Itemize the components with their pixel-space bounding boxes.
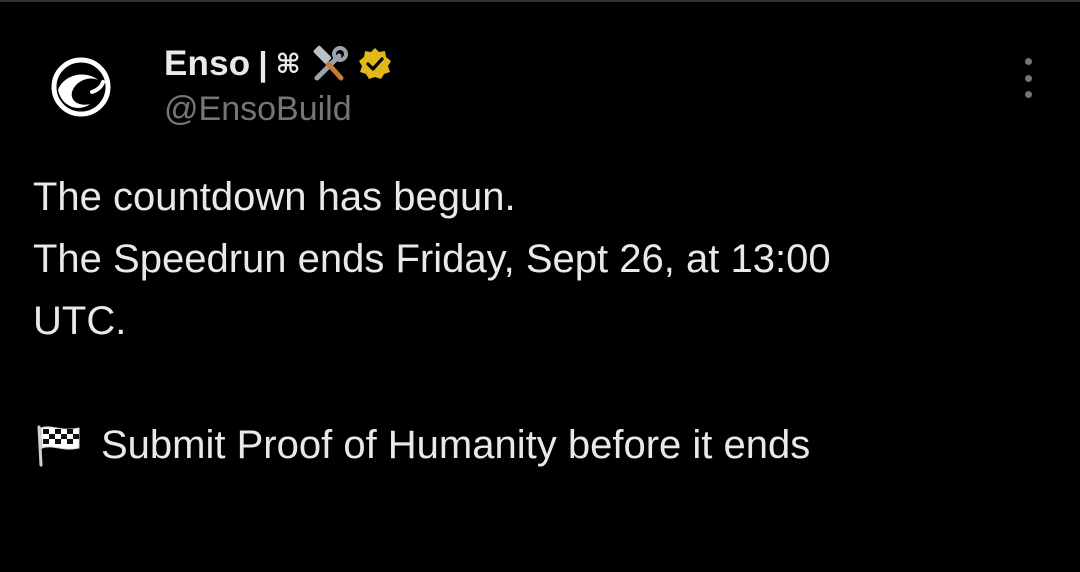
tweet-line: The Speedrun ends Friday, Sept 26, at 13… [33, 237, 831, 281]
top-divider [0, 0, 1080, 2]
command-symbol: ⌘ [275, 48, 301, 80]
author-name-row[interactable]: Enso | ⌘ [164, 42, 393, 86]
author-handle[interactable]: @EnsoBuild [164, 90, 352, 129]
checkered-flag-icon [33, 423, 85, 467]
tweet-cta-line: Submit Proof of Humanity before it ends [33, 414, 1033, 476]
author-name-separator: | [258, 45, 268, 82]
more-options-icon [1024, 91, 1032, 98]
tweet-text: The countdown has begun. The Speedrun en… [33, 166, 1033, 476]
tweet-line: The countdown has begun. [33, 175, 516, 219]
more-options-button[interactable] [1012, 58, 1044, 98]
hammer-and-wrench-icon [309, 44, 349, 84]
tweet-paragraph-gap [33, 352, 1033, 414]
verified-badge-icon[interactable] [357, 46, 393, 82]
tweet-cta-text: Submit Proof of Humanity before it ends [101, 423, 811, 467]
enso-logo-icon [51, 57, 111, 117]
tweet-line: UTC. [33, 299, 127, 343]
more-options-icon [1024, 74, 1032, 82]
more-options-icon [1024, 58, 1032, 65]
avatar[interactable] [46, 52, 116, 122]
author-display-name[interactable]: Enso [164, 44, 250, 84]
